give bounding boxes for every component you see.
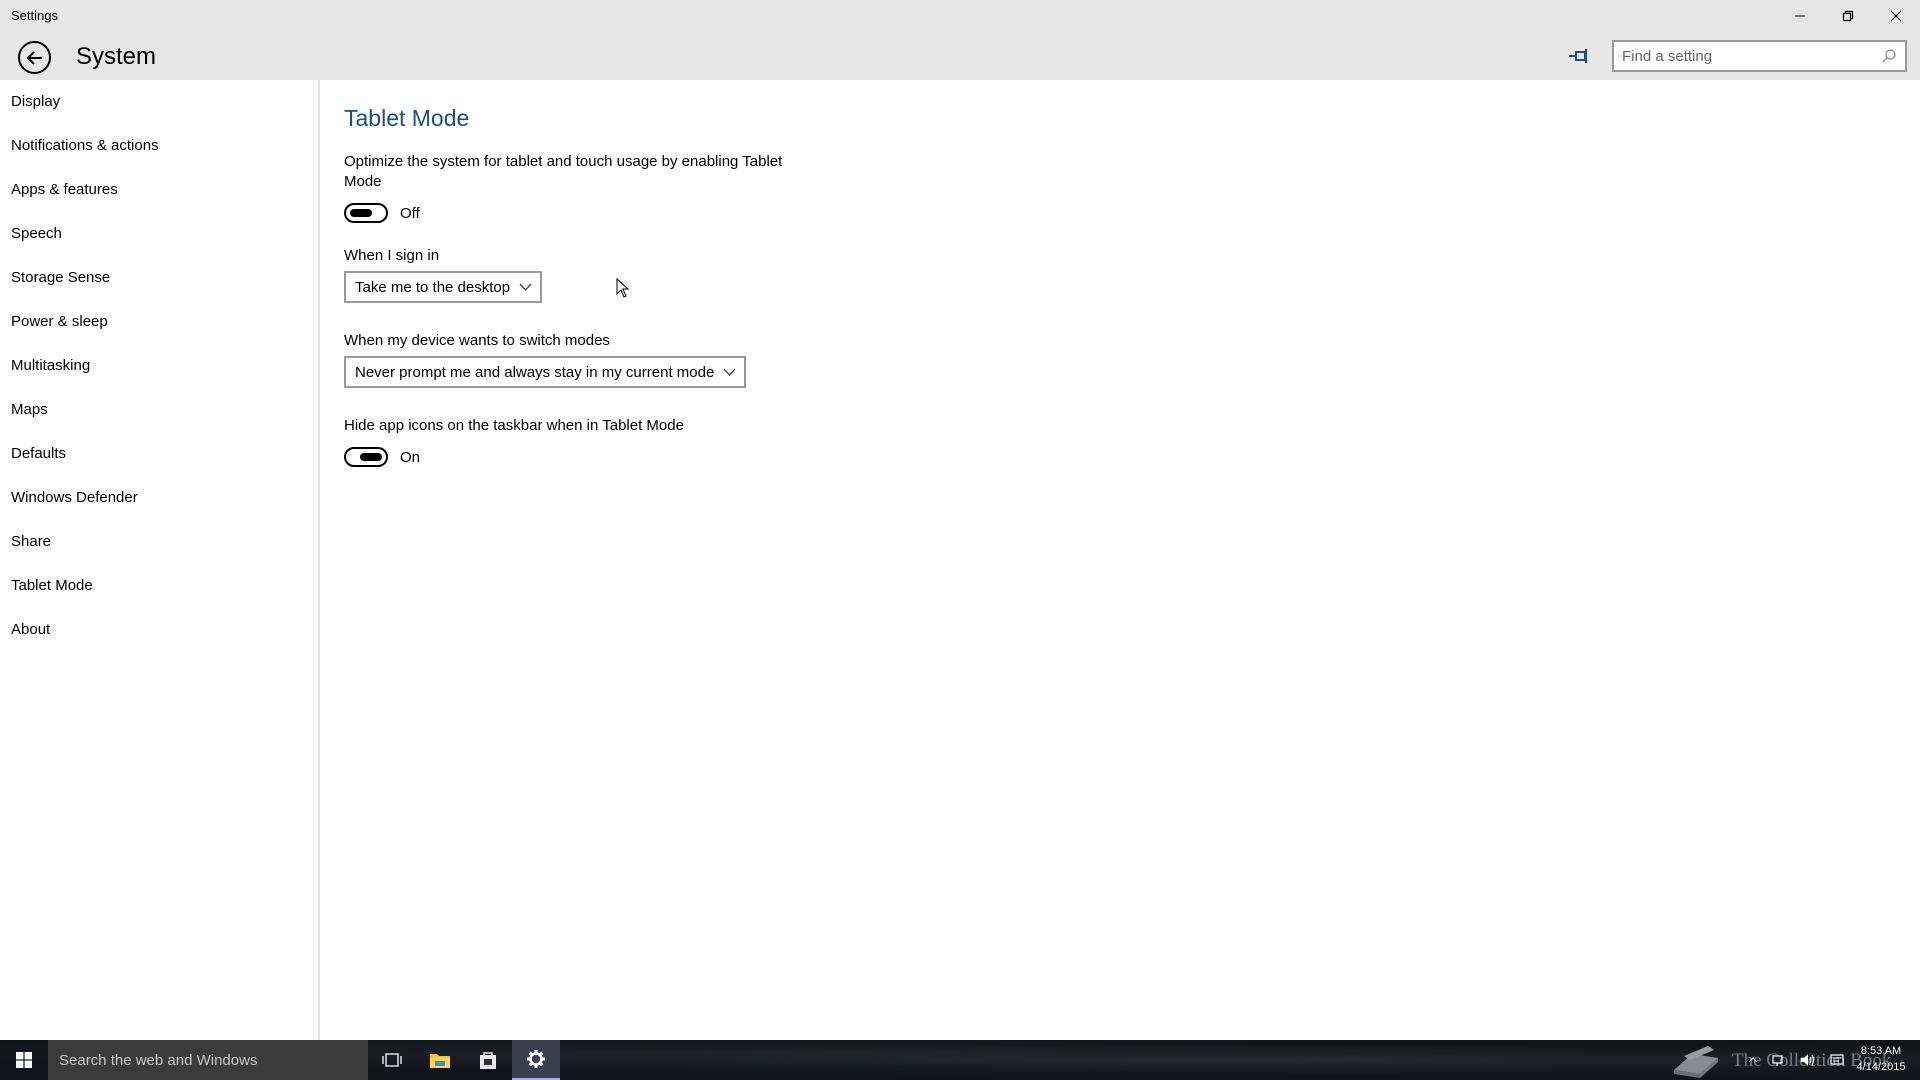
- hide-icons-label: Hide app icons on the taskbar when in Ta…: [344, 417, 684, 434]
- start-button[interactable]: [0, 1040, 48, 1080]
- chevron-down-icon: [723, 368, 736, 376]
- sign-in-dropdown-value: Take me to the desktop: [355, 278, 511, 296]
- close-icon: [1890, 10, 1902, 22]
- tablet-mode-toggle-row: Off: [344, 203, 420, 223]
- sidebar-item-display[interactable]: Display: [11, 87, 60, 117]
- hide-icons-toggle[interactable]: [344, 447, 388, 467]
- taskbar-clock[interactable]: 8:53 AM 4/14/2015: [1850, 1043, 1912, 1075]
- tablet-mode-toggle[interactable]: [344, 203, 388, 223]
- windows-logo-icon: [16, 1052, 32, 1068]
- tablet-mode-toggle-state: Off: [400, 204, 420, 222]
- window-header: Settings System: [0, 0, 1920, 80]
- book-logo-icon: [1674, 1046, 1718, 1078]
- tablet-mode-description: Optimize the system for tablet and touch…: [344, 153, 783, 190]
- sidebar-item-maps[interactable]: Maps: [11, 395, 48, 425]
- clock-time: 8:53 AM: [1860, 1045, 1902, 1057]
- network-icon[interactable]: [1772, 1053, 1786, 1067]
- task-view-button[interactable]: [368, 1040, 416, 1080]
- hide-icons-toggle-state: On: [400, 448, 421, 466]
- page-header: System: [76, 43, 157, 70]
- search-box[interactable]: [1612, 40, 1907, 72]
- folder-icon: [430, 1054, 450, 1068]
- switch-modes-dropdown[interactable]: Never prompt me and always stay in my cu…: [344, 356, 746, 388]
- toggle-knob: [350, 209, 372, 217]
- chevron-up-icon[interactable]: [1748, 1056, 1758, 1064]
- pin-button[interactable]: [1566, 45, 1592, 67]
- action-center-icon[interactable]: [1830, 1053, 1844, 1067]
- section-title: Tablet Mode: [344, 105, 470, 131]
- gear-icon: [527, 1050, 545, 1068]
- sidebar-item-windows-defender[interactable]: Windows Defender: [11, 483, 138, 513]
- restore-icon: [1842, 10, 1854, 22]
- back-arrow-icon: [26, 50, 42, 65]
- close-button[interactable]: [1872, 0, 1920, 32]
- sidebar-item-power-sleep[interactable]: Power & sleep: [11, 307, 108, 337]
- file-explorer-button[interactable]: [416, 1040, 464, 1080]
- taskbar-search-box[interactable]: Search the web and Windows: [48, 1040, 368, 1080]
- sidebar-item-tablet-mode[interactable]: Tablet Mode: [11, 571, 93, 601]
- store-button[interactable]: [464, 1040, 512, 1080]
- mouse-cursor-icon: [616, 278, 630, 298]
- back-button[interactable]: [18, 41, 51, 74]
- sidebar: Display Notifications & actions Apps & f…: [0, 80, 320, 1040]
- taskbar: Search the web and Windows The Collectio…: [0, 1040, 1920, 1080]
- hide-icons-toggle-row: On: [344, 447, 420, 467]
- minimize-button[interactable]: [1776, 0, 1824, 32]
- sidebar-item-defaults[interactable]: Defaults: [11, 439, 66, 469]
- sign-in-dropdown[interactable]: Take me to the desktop: [344, 271, 542, 303]
- taskbar-search-placeholder: Search the web and Windows: [59, 1051, 258, 1069]
- sidebar-item-speech[interactable]: Speech: [11, 219, 62, 249]
- search-input[interactable]: [1622, 47, 1877, 65]
- settings-content: Tablet Mode Optimize the system for tabl…: [344, 80, 1844, 1040]
- toggle-knob: [360, 453, 382, 461]
- sidebar-item-share[interactable]: Share: [11, 527, 51, 557]
- settings-app-button[interactable]: [512, 1040, 560, 1080]
- sidebar-item-about[interactable]: About: [11, 615, 50, 645]
- search-icon: [1882, 49, 1896, 63]
- sign-in-label: When I sign in: [344, 247, 440, 264]
- store-bag-icon: [480, 1052, 496, 1069]
- window-title: Settings: [11, 8, 58, 23]
- task-view-icon: [382, 1053, 402, 1067]
- volume-icon[interactable]: [1800, 1053, 1816, 1067]
- clock-date: 4/14/2015: [1856, 1061, 1906, 1073]
- system-tray: [1748, 1040, 1844, 1080]
- sidebar-item-notifications[interactable]: Notifications & actions: [11, 131, 159, 161]
- minimize-icon: [1795, 15, 1805, 17]
- sidebar-item-storage-sense[interactable]: Storage Sense: [11, 263, 110, 293]
- restore-button[interactable]: [1824, 0, 1872, 32]
- chevron-down-icon: [519, 283, 532, 291]
- sidebar-item-apps-features[interactable]: Apps & features: [11, 175, 118, 205]
- window-controls: [1776, 0, 1920, 32]
- switch-modes-label: When my device wants to switch modes: [344, 332, 610, 349]
- switch-modes-dropdown-value: Never prompt me and always stay in my cu…: [355, 363, 715, 381]
- pin-icon: [1569, 49, 1587, 63]
- sidebar-item-multitasking[interactable]: Multitasking: [11, 351, 90, 381]
